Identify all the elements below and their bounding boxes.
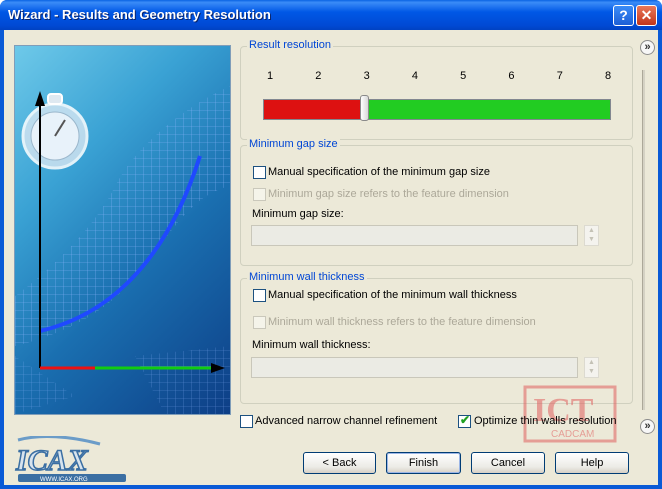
min-gap-size-input[interactable] [251,225,578,246]
resolution-tick-4: 4 [411,70,418,82]
min-gap-manual-checkbox[interactable] [253,166,266,179]
min-wall-manual-checkbox[interactable] [253,289,266,302]
chevron-double-right-icon: » [644,420,651,432]
optimize-thin-walls-checkbox[interactable]: ✔ [458,413,471,428]
ict-cadcam-watermark: ICT CADCAM [523,385,618,443]
optimize-thin-walls-label[interactable]: Optimize thin walls resolution [474,415,616,427]
wizard-illustration [14,45,231,415]
logo-url: WWW.ICAX.ORG [40,477,88,483]
spin-down-icon: ▼ [588,368,595,375]
title-bar: Wizard - Results and Geometry Resolution… [0,0,662,30]
dialog-body: ICAX WWW.ICAX.ORG Result resolution 1 2 3 4… [4,30,658,485]
resolution-slider-low [264,100,365,119]
logo-text: ICAX [15,444,89,477]
watermark-subtext: CADCAM [551,429,594,440]
min-wall-size-input[interactable] [251,357,578,378]
illustration-graphic [15,86,230,414]
min-wall-manual-label[interactable]: Manual specification of the minimum wall… [268,289,517,301]
min-wall-feature-label: Minimum wall thickness refers to the fea… [268,316,536,328]
min-wall-size-spinner[interactable]: ▲ ▼ [584,357,599,378]
resolution-slider-thumb[interactable] [359,95,369,121]
resolution-tick-6: 6 [508,70,515,82]
resolution-tick-2: 2 [315,70,322,82]
min-gap-size-label: Minimum gap size: [252,208,344,220]
close-icon: ✕ [640,7,653,23]
resolution-tick-5: 5 [460,70,467,82]
min-gap-manual-label[interactable]: Manual specification of the minimum gap … [268,166,490,178]
min-wall-feature-checkbox[interactable] [253,316,266,329]
expand-top-button[interactable]: » [640,40,655,55]
resolution-slider-track[interactable] [263,99,611,120]
resolution-tick-3: 3 [363,70,370,82]
min-gap-feature-checkbox[interactable] [253,188,266,201]
spin-up-icon: ▲ [588,359,595,366]
result-resolution-group: Result resolution [240,39,633,140]
help-button[interactable]: Help [555,452,629,474]
close-title-button[interactable]: ✕ [636,5,657,26]
spin-up-icon: ▲ [588,227,595,234]
advanced-narrow-channel-checkbox[interactable] [240,415,253,428]
side-scroll-rail [642,70,645,410]
min-gap-group: Minimum gap size [240,138,633,266]
resolution-slider-high [364,100,610,119]
spin-down-icon: ▼ [588,236,595,243]
resolution-tick-7: 7 [556,70,563,82]
min-gap-feature-label: Minimum gap size refers to the feature d… [268,188,509,200]
help-title-button[interactable]: ? [613,5,634,26]
finish-button[interactable]: Finish [386,452,461,474]
resolution-tick-8: 8 [605,70,612,82]
back-button[interactable]: < Back [303,452,376,474]
expand-bottom-button[interactable]: » [640,419,655,434]
advanced-narrow-channel-label[interactable]: Advanced narrow channel refinement [255,415,437,427]
question-icon: ? [619,7,628,23]
wizard-window: Wizard - Results and Geometry Resolution… [0,0,662,489]
checkmark-icon: ✔ [460,413,471,427]
resolution-tick-1: 1 [267,70,274,82]
window-title: Wizard - Results and Geometry Resolution [8,7,271,22]
min-gap-size-spinner[interactable]: ▲ ▼ [584,225,599,246]
icax-logo: ICAX WWW.ICAX.ORG [10,435,130,484]
icax-logo-graphic: ICAX WWW.ICAX.ORG [14,435,126,483]
watermark-graphic: ICT CADCAM [523,385,617,443]
chevron-double-right-icon: » [644,41,651,53]
min-wall-title: Minimum wall thickness [247,271,367,283]
result-resolution-title: Result resolution [247,39,333,51]
cancel-button[interactable]: Cancel [471,452,545,474]
min-wall-size-label: Minimum wall thickness: [252,339,371,351]
min-gap-title: Minimum gap size [247,138,340,150]
